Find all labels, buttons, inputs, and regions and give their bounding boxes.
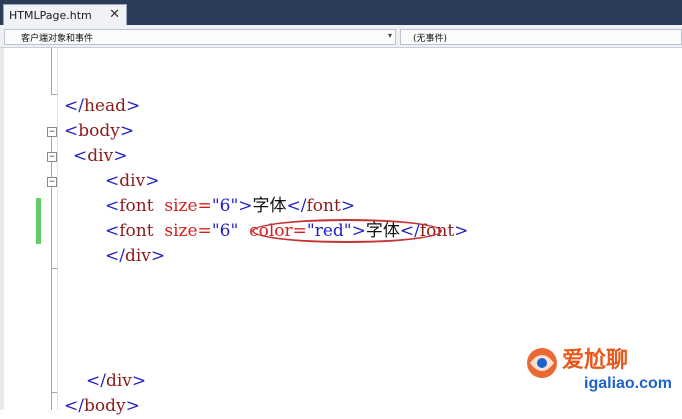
client-objects-dropdown[interactable]: 客户端对象和事件 ▾ bbox=[4, 29, 396, 45]
code-line: </head> bbox=[64, 96, 141, 116]
fold-guide-tick bbox=[51, 392, 57, 393]
navigation-bar: 客户端对象和事件 ▾ (无事件) bbox=[0, 27, 682, 48]
watermark-logo-text: 爱尬聊 bbox=[562, 347, 628, 373]
fold-guide-tick bbox=[51, 94, 57, 95]
watermark-domain: igaliao.com bbox=[584, 375, 673, 392]
change-indicator-bar bbox=[36, 198, 41, 244]
collapse-icon[interactable]: − bbox=[47, 177, 57, 187]
watermark-logo-icon: 爱尬聊 bbox=[527, 347, 628, 378]
tab-title: HTMLPage.htm bbox=[9, 8, 92, 22]
events-label: (无事件) bbox=[413, 33, 448, 44]
code-line: </body> bbox=[64, 396, 140, 416]
events-dropdown[interactable]: (无事件) bbox=[400, 29, 682, 45]
code-line: </div> bbox=[105, 246, 166, 266]
code-line: <div> bbox=[105, 171, 160, 191]
code-line: <font size="6">字体</font> bbox=[105, 196, 356, 216]
fold-guide-tick bbox=[51, 268, 57, 269]
close-icon[interactable]: ✕ bbox=[109, 7, 120, 23]
fold-guide-line bbox=[51, 48, 52, 94]
code-line: <div> bbox=[73, 146, 128, 166]
tab-htmlpage[interactable]: HTMLPage.htm ✕ bbox=[3, 4, 127, 25]
highlight-ellipse bbox=[252, 219, 442, 243]
editor-left-gutter bbox=[0, 48, 4, 410]
code-line: </div> bbox=[86, 371, 147, 391]
document-tab-strip: HTMLPage.htm ✕ bbox=[0, 0, 682, 27]
client-objects-label: 客户端对象和事件 bbox=[21, 33, 94, 44]
chevron-down-icon[interactable]: ▾ bbox=[388, 31, 392, 40]
watermark-logo: 爱尬聊 igaliao.com bbox=[522, 333, 682, 410]
collapse-icon[interactable]: − bbox=[47, 127, 57, 137]
code-line: <body> bbox=[64, 121, 135, 141]
editor-margin-line bbox=[57, 48, 58, 410]
collapse-icon[interactable]: − bbox=[47, 152, 57, 162]
